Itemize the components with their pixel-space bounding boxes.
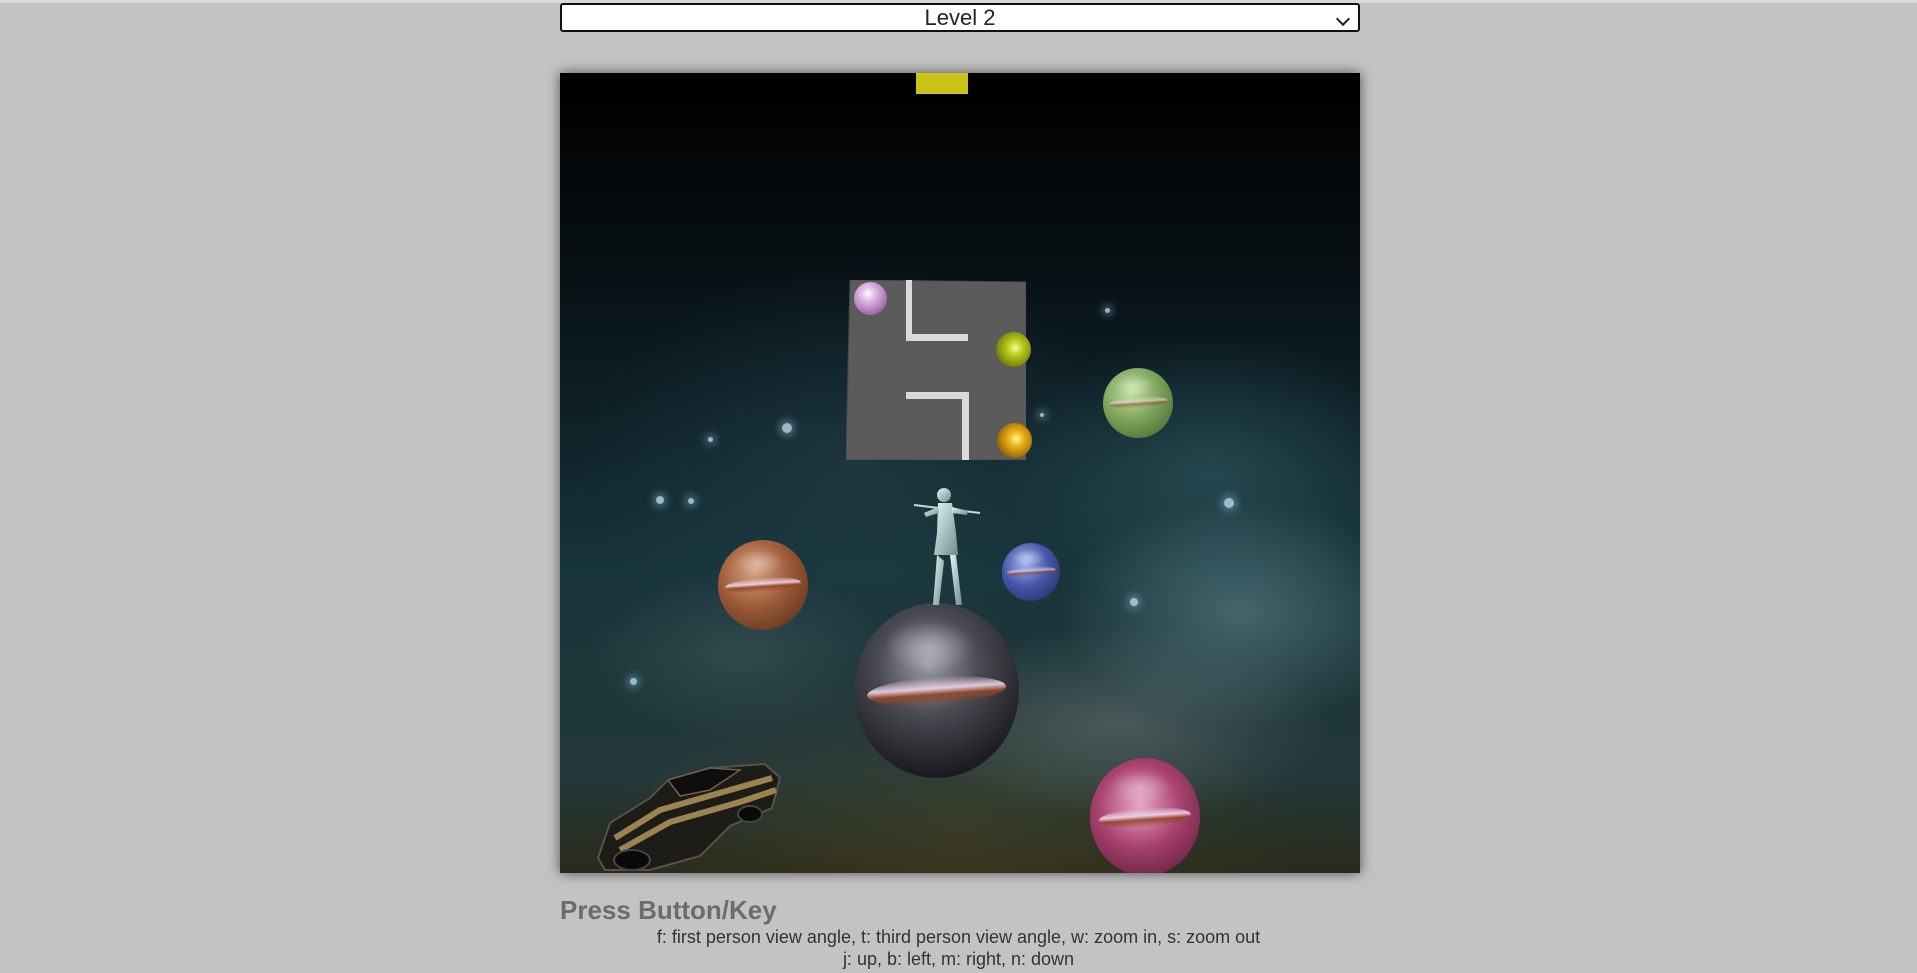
blue-planet <box>1002 543 1060 601</box>
magenta-planet <box>1090 758 1200 873</box>
green-planet <box>1103 368 1173 438</box>
chevron-down-icon <box>1335 11 1351 27</box>
star <box>782 423 792 433</box>
star <box>656 496 664 504</box>
star <box>688 498 694 504</box>
game-canvas[interactable] <box>560 73 1360 873</box>
car-model-graphic <box>596 762 782 871</box>
yellow-marker <box>916 73 968 94</box>
instructions-title: Press Button/Key <box>560 895 777 925</box>
car-model <box>590 738 790 873</box>
star <box>1224 498 1234 508</box>
game-page: Level 2 Press Button/Key f: first person… <box>0 0 1917 973</box>
instructions-line-2: j: up, b: left, m: right, n: down <box>842 949 1075 969</box>
star <box>1040 413 1044 417</box>
dark-planet <box>854 603 1019 778</box>
yellow-green-ball <box>996 332 1031 367</box>
star <box>708 437 713 442</box>
brown-planet <box>718 540 808 630</box>
pink-ball <box>854 282 887 315</box>
instructions-line-1: f: first person view angle, t: third per… <box>656 927 1261 947</box>
level-select-value: Level 2 <box>924 5 996 30</box>
player-figure-graphic <box>913 488 981 605</box>
star <box>630 678 637 685</box>
player-figure <box>912 483 982 618</box>
star <box>1130 598 1138 606</box>
level-select[interactable]: Level 2 <box>560 3 1360 32</box>
star <box>1105 308 1110 313</box>
gold-ball <box>997 423 1032 458</box>
